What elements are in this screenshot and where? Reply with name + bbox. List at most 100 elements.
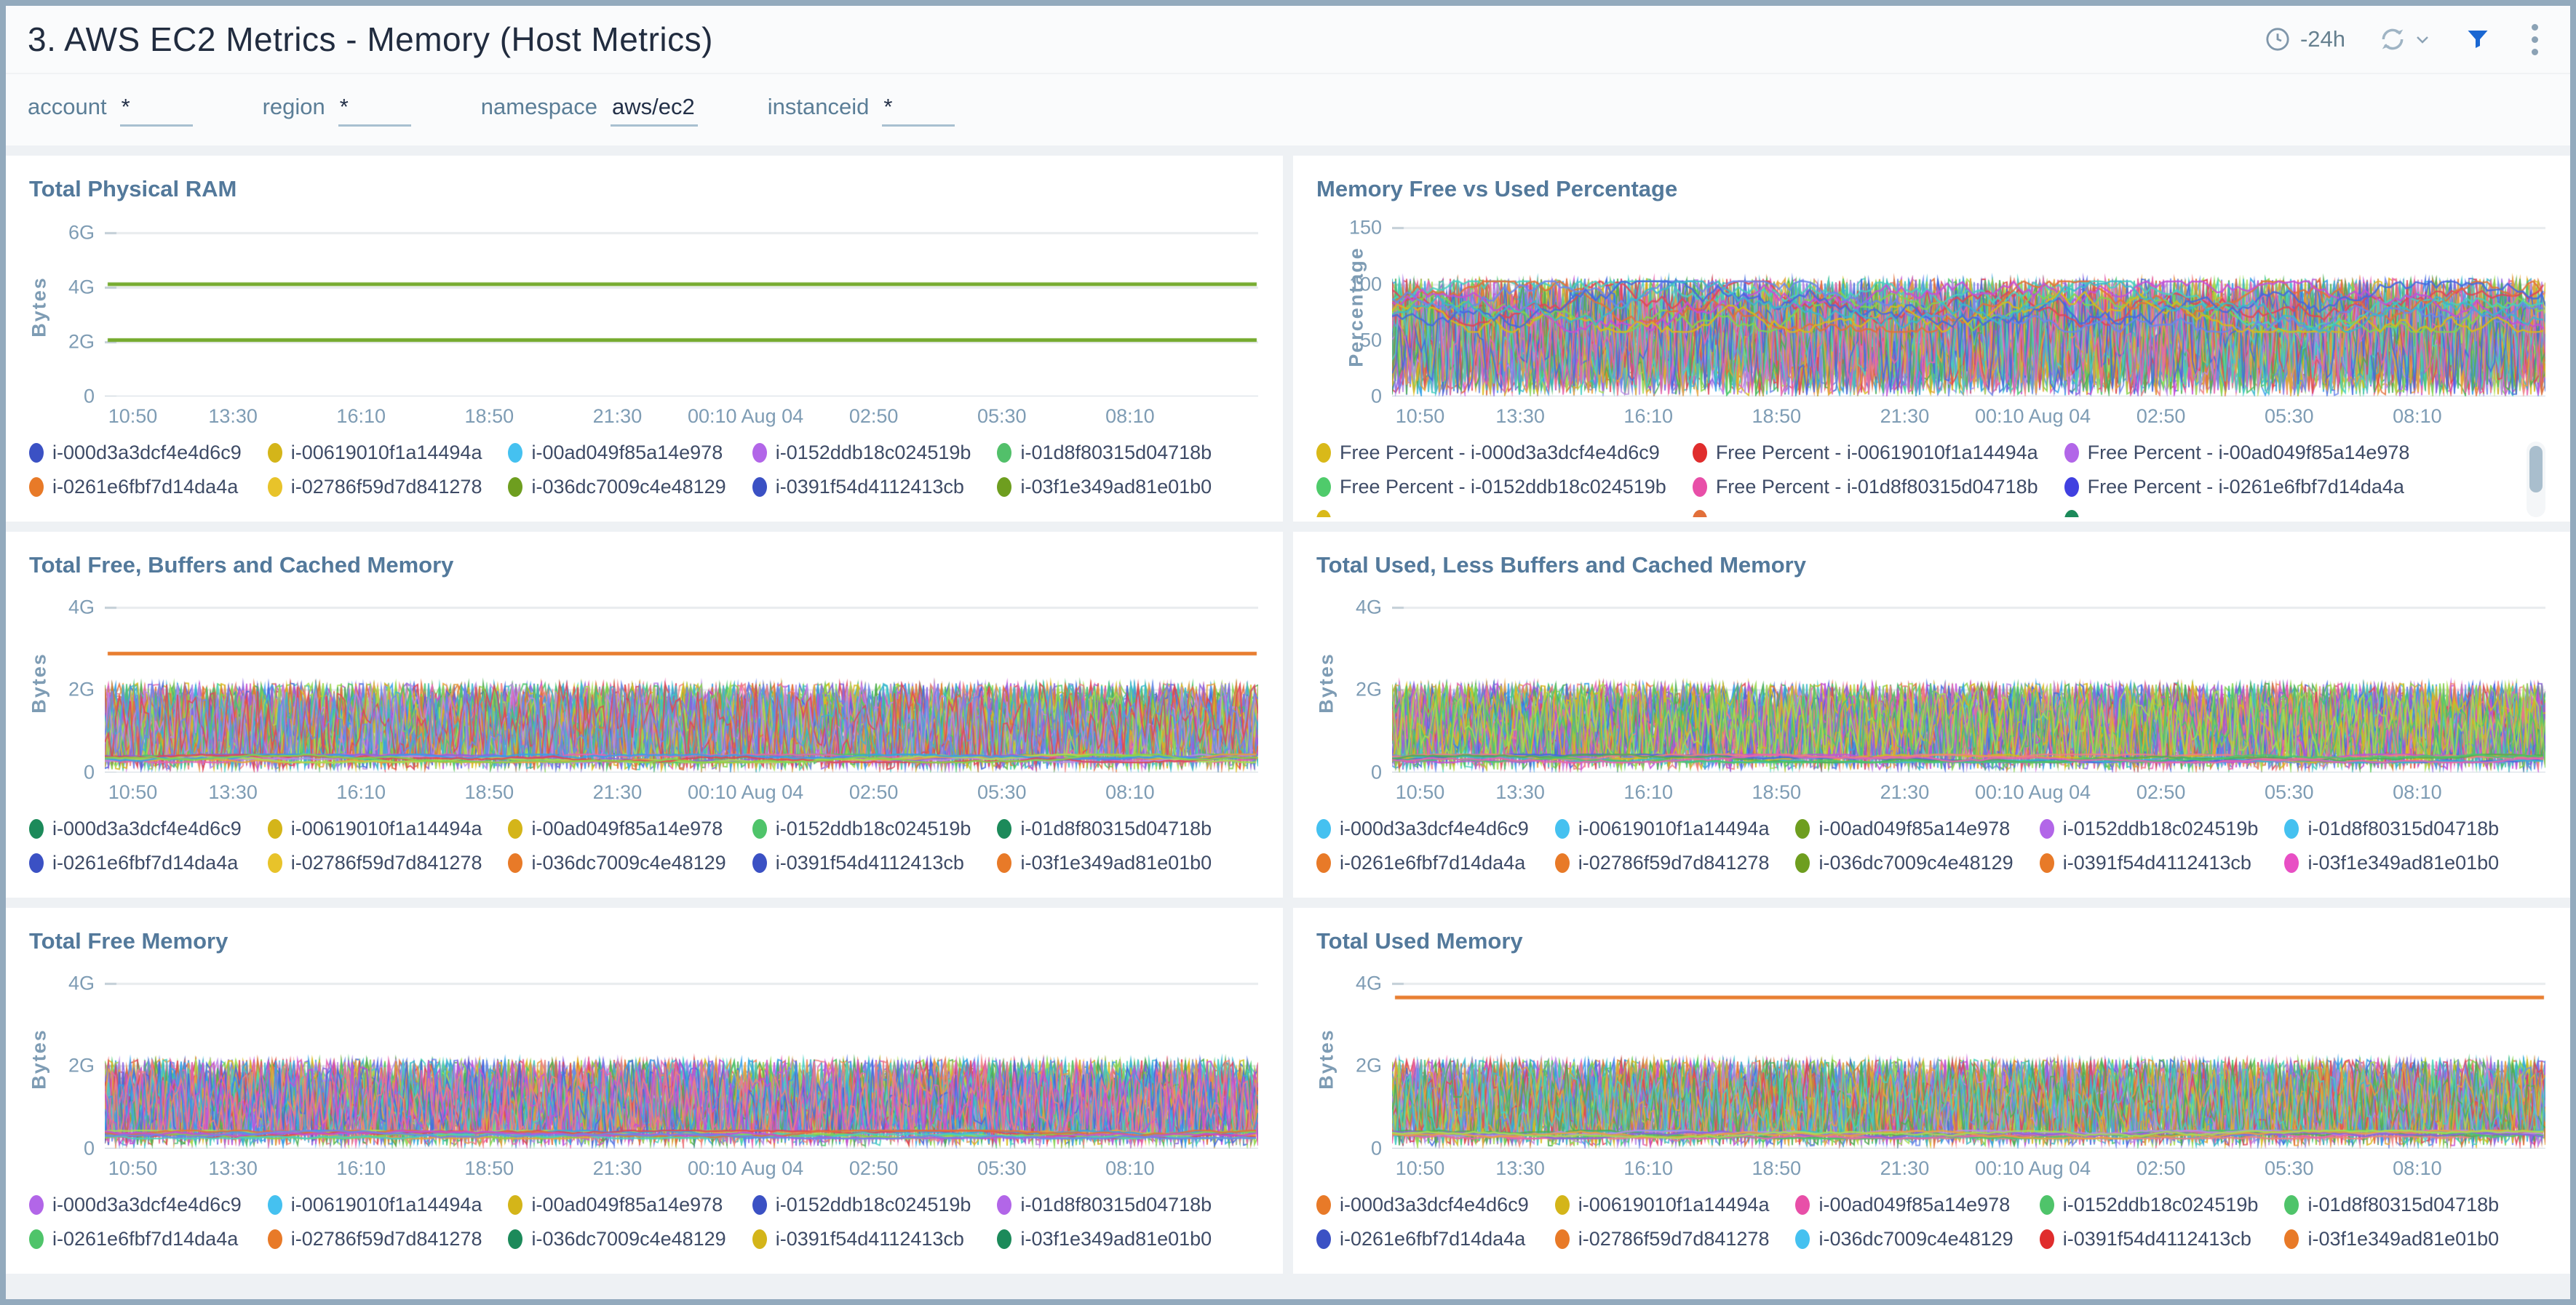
series-label: i-00ad049f85a14e978 xyxy=(531,1194,723,1216)
legend-item[interactable]: i-0391f54d4112413cb xyxy=(752,1228,971,1250)
legend-item[interactable]: i-0261e6fbf7d14da4a xyxy=(29,1228,242,1250)
chart-canvas[interactable] xyxy=(105,593,1258,773)
more-menu-button[interactable] xyxy=(2524,21,2545,58)
legend-item[interactable]: Free Percent - i-00619010f1a14494a xyxy=(1693,442,2038,464)
kebab-dot xyxy=(2532,49,2538,55)
legend-item[interactable]: i-000d3a3dcf4e4d6c9 xyxy=(29,1194,242,1216)
filter-value-input[interactable]: * xyxy=(882,94,955,127)
legend-item[interactable]: i-000d3a3dcf4e4d6c9 xyxy=(29,442,242,464)
plot-region[interactable] xyxy=(105,217,1258,396)
legend-item[interactable]: i-036dc7009c4e48129 xyxy=(508,476,726,498)
filter-value-input[interactable]: aws/ec2 xyxy=(611,94,698,127)
chart-canvas[interactable] xyxy=(1392,593,2545,773)
series-label: i-0261e6fbf7d14da4a xyxy=(52,852,238,874)
legend-item[interactable]: i-00619010f1a14494a xyxy=(268,818,482,840)
legend-item[interactable]: i-02786f59d7d841278 xyxy=(268,1228,482,1250)
legend-item[interactable]: i-0152ddb18c024519b xyxy=(752,442,971,464)
plot-region[interactable] xyxy=(105,969,1258,1149)
series-color-dot xyxy=(1316,1195,1331,1215)
legend-item[interactable]: i-00ad049f85a14e978 xyxy=(508,1194,726,1216)
legend-item[interactable] xyxy=(2064,510,2410,517)
plot-region[interactable] xyxy=(105,593,1258,773)
refresh-control[interactable] xyxy=(2379,25,2431,53)
legend-item[interactable]: i-00619010f1a14494a xyxy=(1555,818,1770,840)
legend-item[interactable]: i-03f1e349ad81e01b0 xyxy=(2284,852,2499,874)
legend-item[interactable]: i-036dc7009c4e48129 xyxy=(508,1228,726,1250)
legend-item[interactable]: i-0261e6fbf7d14da4a xyxy=(29,476,242,498)
legend-item[interactable]: i-01d8f80315d04718b xyxy=(997,818,1212,840)
panel-title: Total Physical RAM xyxy=(29,176,1258,202)
filter-label: instanceid xyxy=(768,94,870,120)
legend-item[interactable]: i-0391f54d4112413cb xyxy=(2040,1228,2259,1250)
chart-canvas[interactable] xyxy=(1392,969,2545,1149)
plot-region[interactable] xyxy=(1392,593,2545,773)
legend-item[interactable]: i-0391f54d4112413cb xyxy=(2040,852,2259,874)
legend-item[interactable]: i-03f1e349ad81e01b0 xyxy=(997,1228,1212,1250)
legend-item[interactable]: i-0152ddb18c024519b xyxy=(2040,818,2259,840)
series-label: i-0261e6fbf7d14da4a xyxy=(52,1228,238,1250)
legend-item[interactable]: i-00619010f1a14494a xyxy=(268,1194,482,1216)
legend-scrollbar[interactable] xyxy=(2527,442,2545,517)
legend-item[interactable]: i-02786f59d7d841278 xyxy=(1555,852,1770,874)
legend-item[interactable]: i-03f1e349ad81e01b0 xyxy=(997,476,1212,498)
series-color-dot xyxy=(997,819,1011,839)
chart-canvas[interactable] xyxy=(105,969,1258,1149)
legend-item[interactable]: i-01d8f80315d04718b xyxy=(997,442,1212,464)
legend-item[interactable]: i-0261e6fbf7d14da4a xyxy=(1316,852,1529,874)
legend-item[interactable]: i-000d3a3dcf4e4d6c9 xyxy=(1316,818,1529,840)
legend-item[interactable]: i-036dc7009c4e48129 xyxy=(1795,852,2013,874)
legend-item[interactable]: i-0391f54d4112413cb xyxy=(752,852,971,874)
legend-item[interactable]: i-00619010f1a14494a xyxy=(268,442,482,464)
legend-item[interactable]: i-02786f59d7d841278 xyxy=(268,476,482,498)
chart-canvas[interactable] xyxy=(1392,217,2545,396)
series-label: i-0391f54d4112413cb xyxy=(2063,852,2251,874)
filter-value-input[interactable]: * xyxy=(338,94,411,127)
legend-list: i-000d3a3dcf4e4d6c9 i-00619010f1a14494a i-… xyxy=(29,818,1258,874)
legend-item[interactable]: i-00ad049f85a14e978 xyxy=(508,442,726,464)
chart-canvas[interactable] xyxy=(105,217,1258,396)
legend-item[interactable]: i-01d8f80315d04718b xyxy=(997,1194,1212,1216)
x-axis-tick: 08:10 xyxy=(1105,1157,1155,1180)
legend-item[interactable]: i-0391f54d4112413cb xyxy=(752,476,971,498)
legend-item[interactable]: i-000d3a3dcf4e4d6c9 xyxy=(29,818,242,840)
legend-list: i-000d3a3dcf4e4d6c9 i-00619010f1a14494a i-… xyxy=(29,442,1258,498)
plot-region[interactable] xyxy=(1392,969,2545,1149)
legend-item[interactable]: Free Percent - i-01d8f80315d04718b xyxy=(1693,476,2038,498)
x-axis-tick: 16:10 xyxy=(1623,1157,1673,1180)
series-color-dot xyxy=(268,477,282,497)
legend-item[interactable]: i-01d8f80315d04718b xyxy=(2284,1194,2499,1216)
legend-item[interactable]: i-000d3a3dcf4e4d6c9 xyxy=(1316,1194,1529,1216)
plot-region[interactable] xyxy=(1392,217,2545,396)
legend-item[interactable]: i-036dc7009c4e48129 xyxy=(1795,1228,2013,1250)
legend-item[interactable]: i-0261e6fbf7d14da4a xyxy=(29,852,242,874)
time-range-control[interactable]: -24h xyxy=(2265,26,2345,52)
legend-item[interactable]: i-0261e6fbf7d14da4a xyxy=(1316,1228,1529,1250)
legend-item[interactable]: i-0152ddb18c024519b xyxy=(752,1194,971,1216)
legend-item[interactable]: Free Percent - i-00ad049f85a14e978 xyxy=(2064,442,2410,464)
legend-item[interactable] xyxy=(1316,510,1666,517)
legend-item[interactable]: i-036dc7009c4e48129 xyxy=(508,852,726,874)
y-axis-label: Bytes xyxy=(1315,1029,1337,1090)
legend-item[interactable]: i-0152ddb18c024519b xyxy=(752,818,971,840)
legend-item[interactable]: Free Percent - i-0261e6fbf7d14da4a xyxy=(2064,476,2410,498)
legend-item[interactable]: i-00ad049f85a14e978 xyxy=(1795,818,2013,840)
legend-item[interactable]: i-03f1e349ad81e01b0 xyxy=(997,852,1212,874)
legend-item[interactable]: i-02786f59d7d841278 xyxy=(268,852,482,874)
legend-item[interactable]: i-00ad049f85a14e978 xyxy=(508,818,726,840)
series-color-dot xyxy=(2284,853,2299,873)
legend-item[interactable]: i-01d8f80315d04718b xyxy=(2284,818,2499,840)
legend-item[interactable] xyxy=(1693,510,2038,517)
legend-item[interactable]: i-00619010f1a14494a xyxy=(1555,1194,1770,1216)
legend-item[interactable]: i-0152ddb18c024519b xyxy=(2040,1194,2259,1216)
legend-item[interactable]: i-03f1e349ad81e01b0 xyxy=(2284,1228,2499,1250)
filter-toggle[interactable] xyxy=(2465,26,2491,52)
legend-item[interactable]: Free Percent - i-0152ddb18c024519b xyxy=(1316,476,1666,498)
legend-item[interactable]: i-02786f59d7d841278 xyxy=(1555,1228,1770,1250)
legend-item[interactable]: Free Percent - i-000d3a3dcf4e4d6c9 xyxy=(1316,442,1666,464)
series-color-dot xyxy=(752,853,767,873)
legend-item[interactable]: i-00ad049f85a14e978 xyxy=(1795,1194,2013,1216)
y-axis-tick: 0 xyxy=(1371,1138,1382,1160)
legend-list: i-000d3a3dcf4e4d6c9 i-00619010f1a14494a i-… xyxy=(29,1194,1258,1250)
legend-scrollbar-thumb[interactable] xyxy=(2529,446,2543,492)
filter-value-input[interactable]: * xyxy=(120,94,193,127)
